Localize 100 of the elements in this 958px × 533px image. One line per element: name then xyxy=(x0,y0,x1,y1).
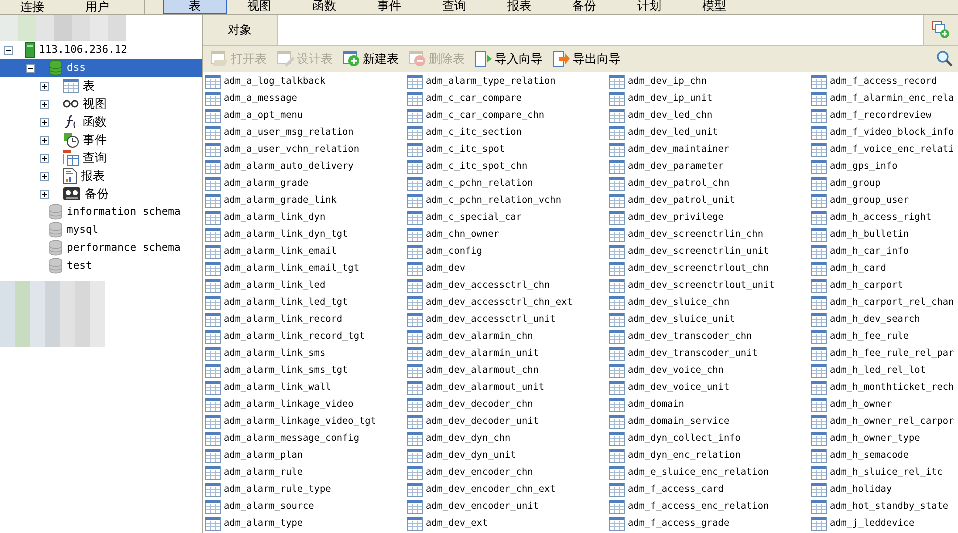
table-item[interactable]: adm_alarm_link_led xyxy=(203,277,405,294)
tree-item[interactable]: 113.106.236.12 xyxy=(0,41,202,59)
table-item[interactable]: adm_alarm_type_relation xyxy=(405,73,607,90)
menu-tab[interactable]: 函数 xyxy=(292,0,357,13)
table-item[interactable]: adm_f_alarmin_enc_rela xyxy=(809,90,958,107)
table-item[interactable]: adm_dev_screenctrlout_unit xyxy=(607,277,809,294)
tree-item[interactable]: 备份 xyxy=(0,185,202,203)
table-item[interactable]: adm_c_pchn_relation_vchn xyxy=(405,192,607,209)
table-item[interactable]: adm_h_owner_rel_carpor xyxy=(809,413,958,430)
table-item[interactable]: adm_group xyxy=(809,175,958,192)
table-item[interactable]: adm_alarm_link_email xyxy=(203,243,405,260)
table-item[interactable]: adm_h_owner xyxy=(809,396,958,413)
table-item[interactable]: adm_group_user xyxy=(809,192,958,209)
expand-toggle[interactable] xyxy=(40,118,49,126)
table-item[interactable]: adm_alarm_linkage_video_tgt xyxy=(203,413,405,430)
menu-tab[interactable]: 模型 xyxy=(682,0,747,13)
table-item[interactable]: adm_dev_encoder_chn xyxy=(405,464,607,481)
table-item[interactable]: adm_alarm_grade xyxy=(203,175,405,192)
table-item[interactable]: adm_dev_screenctrlin_unit xyxy=(607,243,809,260)
table-item[interactable]: adm_dev_dyn_chn xyxy=(405,430,607,447)
table-item[interactable]: adm_h_carport xyxy=(809,277,958,294)
table-item[interactable]: adm_hot_standby_state xyxy=(809,498,958,515)
table-item[interactable]: adm_alarm_rule xyxy=(203,464,405,481)
table-item[interactable]: adm_dev_alarmin_chn xyxy=(405,328,607,345)
tree-item[interactable]: dss xyxy=(0,59,202,77)
add-tab-icon[interactable] xyxy=(932,21,950,39)
tree-item[interactable]: 查询 xyxy=(0,149,202,167)
tree-item[interactable]: test xyxy=(0,257,202,275)
table-item[interactable]: adm_c_itc_spot_chn xyxy=(405,158,607,175)
table-item[interactable]: adm_dev_sluice_chn xyxy=(607,294,809,311)
table-item[interactable]: adm_domain xyxy=(607,396,809,413)
table-item[interactable]: adm_alarm_link_email_tgt xyxy=(203,260,405,277)
tree-item[interactable]: 视图 xyxy=(0,95,202,113)
table-item[interactable]: adm_alarm_link_sms_tgt xyxy=(203,362,405,379)
table-item[interactable]: adm_e_sluice_enc_relation xyxy=(607,464,809,481)
menu-tab[interactable]: 查询 xyxy=(422,0,487,13)
table-item[interactable]: adm_alarm_source xyxy=(203,498,405,515)
table-item[interactable]: adm_j_leddevice xyxy=(809,515,958,532)
table-item[interactable]: adm_h_fee_rule xyxy=(809,328,958,345)
table-item[interactable]: adm_alarm_link_dyn xyxy=(203,209,405,226)
table-item[interactable]: adm_a_user_msg_relation xyxy=(203,124,405,141)
table-item[interactable]: adm_dev_led_chn xyxy=(607,107,809,124)
menu-tab[interactable]: 表 xyxy=(163,0,227,14)
table-item[interactable]: adm_alarm_link_wall xyxy=(203,379,405,396)
expand-toggle[interactable] xyxy=(40,82,49,90)
table-item[interactable]: adm_a_message xyxy=(203,90,405,107)
table-item[interactable]: adm_c_car_compare xyxy=(405,90,607,107)
table-item[interactable]: adm_dev_alarmout_unit xyxy=(405,379,607,396)
table-item[interactable]: adm_h_car_info xyxy=(809,243,958,260)
table-item[interactable]: adm_dev_voice_unit xyxy=(607,379,809,396)
table-item[interactable]: adm_dev_led_unit xyxy=(607,124,809,141)
table-item[interactable]: adm_alarm_plan xyxy=(203,447,405,464)
table-item[interactable]: adm_h_card xyxy=(809,260,958,277)
menu-tab[interactable]: 报表 xyxy=(487,0,552,13)
table-item[interactable]: adm_c_pchn_relation xyxy=(405,175,607,192)
table-item[interactable]: adm_config xyxy=(405,243,607,260)
table-item[interactable]: adm_dev_decoder_chn xyxy=(405,396,607,413)
table-item[interactable]: adm_gps_info xyxy=(809,158,958,175)
table-item[interactable]: adm_f_voice_enc_relati xyxy=(809,141,958,158)
menu-tab[interactable]: 视图 xyxy=(227,0,292,13)
tree-item[interactable]: 表 xyxy=(0,77,202,95)
table-item[interactable]: adm_alarm_type xyxy=(203,515,405,532)
table-item[interactable]: adm_c_special_car xyxy=(405,209,607,226)
expand-toggle[interactable] xyxy=(40,100,49,108)
table-item[interactable]: adm_dev_transcoder_unit xyxy=(607,345,809,362)
toolbar-button[interactable]: 导出向导 xyxy=(551,50,623,68)
table-item[interactable]: adm_f_access_enc_relation xyxy=(607,498,809,515)
table-item[interactable]: adm_dev_accessctrl_chn_ext xyxy=(405,294,607,311)
table-item[interactable]: adm_dev_alarmout_chn xyxy=(405,362,607,379)
table-item[interactable]: adm_h_owner_type xyxy=(809,430,958,447)
table-item[interactable]: adm_domain_service xyxy=(607,413,809,430)
menu-tab[interactable]: 用户 xyxy=(65,0,130,14)
table-item[interactable]: adm_dev_screenctrlin_chn xyxy=(607,226,809,243)
table-item[interactable]: adm_dev_patrol_chn xyxy=(607,175,809,192)
table-item[interactable]: adm_alarm_auto_delivery xyxy=(203,158,405,175)
table-item[interactable]: adm_dev_screenctrlout_chn xyxy=(607,260,809,277)
tree-item[interactable]: 报表 xyxy=(0,167,202,185)
tree-item[interactable]: 事件 xyxy=(0,131,202,149)
table-item[interactable]: adm_c_itc_section xyxy=(405,124,607,141)
table-item[interactable]: adm_dev_encoder_chn_ext xyxy=(405,481,607,498)
table-item[interactable]: adm_dev_ip_chn xyxy=(607,73,809,90)
table-item[interactable]: adm_h_carport_rel_chan xyxy=(809,294,958,311)
table-item[interactable]: adm_f_access_card xyxy=(607,481,809,498)
expand-toggle[interactable] xyxy=(40,154,49,162)
table-item[interactable]: adm_dev xyxy=(405,260,607,277)
table-item[interactable]: adm_c_car_compare_chn xyxy=(405,107,607,124)
table-item[interactable]: adm_dev_parameter xyxy=(607,158,809,175)
table-item[interactable]: adm_dev_dyn_unit xyxy=(405,447,607,464)
table-item[interactable]: adm_a_log_talkback xyxy=(203,73,405,90)
table-item[interactable]: adm_dev_privilege xyxy=(607,209,809,226)
table-item[interactable]: adm_dev_sluice_unit xyxy=(607,311,809,328)
table-item[interactable]: adm_alarm_rule_type xyxy=(203,481,405,498)
table-item[interactable]: adm_alarm_link_dyn_tgt xyxy=(203,226,405,243)
table-item[interactable]: adm_holiday xyxy=(809,481,958,498)
table-item[interactable]: adm_dev_alarmin_unit xyxy=(405,345,607,362)
table-item[interactable]: adm_dev_accessctrl_unit xyxy=(405,311,607,328)
collapse-toggle[interactable] xyxy=(26,64,35,72)
table-item[interactable]: adm_alarm_grade_link xyxy=(203,192,405,209)
tree-item[interactable]: mysql xyxy=(0,221,202,239)
table-item[interactable]: adm_alarm_link_record_tgt xyxy=(203,328,405,345)
